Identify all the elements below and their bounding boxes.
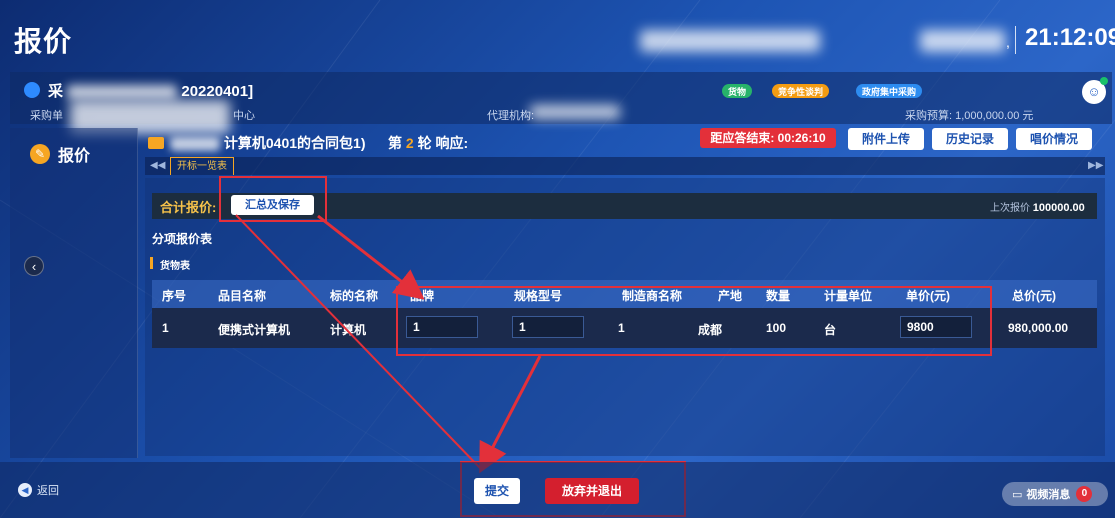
video-message-button[interactable]: ▭ 视频消息 0 bbox=[1002, 482, 1108, 506]
annotation-arrows bbox=[235, 214, 542, 474]
video-message-label: 视频消息 bbox=[1026, 489, 1071, 501]
submit-button[interactable]: 提交 bbox=[474, 478, 520, 504]
back-arrow-icon: ◀ bbox=[18, 483, 32, 497]
back-label: 返回 bbox=[37, 485, 59, 497]
video-icon: ▭ bbox=[1012, 488, 1023, 501]
abandon-exit-button[interactable]: 放弃并退出 bbox=[545, 478, 639, 504]
back-button[interactable]: ◀ 返回 bbox=[18, 482, 59, 498]
video-message-count: 0 bbox=[1076, 486, 1093, 502]
